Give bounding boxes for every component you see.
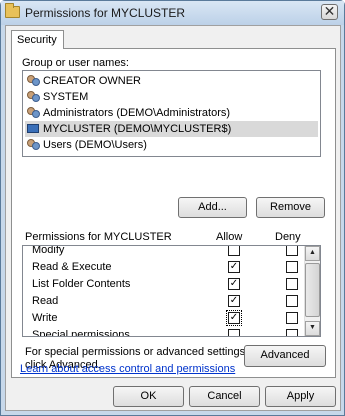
- dialog-client: Security Group or user names: CREATOR OW…: [5, 25, 341, 411]
- security-tab-panel: Group or user names: CREATOR OWNER SYSTE…: [11, 48, 336, 378]
- permissions-scrollbar[interactable]: ▲ ▼: [304, 246, 320, 336]
- users-icon: [27, 139, 40, 151]
- deny-checkbox-write[interactable]: [286, 312, 298, 324]
- special-permissions-text-1: For special permissions or advanced sett…: [25, 346, 249, 358]
- group-label: Group or user names:: [22, 57, 129, 69]
- deny-header: Deny: [275, 231, 301, 243]
- window-title: Permissions for MYCLUSTER: [25, 6, 186, 20]
- list-item[interactable]: SYSTEM: [25, 89, 318, 105]
- permissions-list: Modify Read & Execute ✓ List Folder Cont…: [22, 245, 321, 337]
- permission-row-read-execute: Read & Execute ✓: [23, 259, 305, 276]
- remove-button[interactable]: Remove: [256, 197, 325, 218]
- allow-checkbox-modify[interactable]: [228, 246, 240, 256]
- close-icon: ✕: [323, 3, 336, 19]
- users-icon: [27, 91, 40, 103]
- permission-row-special: Special permissions: [23, 327, 305, 336]
- scroll-down-button[interactable]: ▼: [305, 321, 320, 336]
- allow-header: Allow: [216, 231, 243, 243]
- cancel-button[interactable]: Cancel: [189, 386, 260, 407]
- ok-button[interactable]: OK: [113, 386, 184, 407]
- learn-permissions-link[interactable]: Learn about access control and permissio…: [20, 363, 235, 375]
- list-item[interactable]: CREATOR OWNER: [25, 73, 318, 89]
- folder-icon: [5, 3, 20, 18]
- allow-checkbox-list-folder[interactable]: ✓: [228, 278, 240, 290]
- tab-security[interactable]: Security: [11, 30, 64, 49]
- allow-checkbox-write[interactable]: ✓: [226, 310, 242, 326]
- permission-row-write: Write ✓: [23, 310, 305, 327]
- list-item-selected[interactable]: MYCLUSTER (DEMO\MYCLUSTER$): [25, 121, 318, 137]
- apply-button[interactable]: Apply: [265, 386, 336, 407]
- permission-row-modify: Modify: [23, 246, 305, 259]
- users-listbox[interactable]: CREATOR OWNER SYSTEM Administrators (DEM…: [22, 70, 321, 157]
- add-button[interactable]: Add...: [178, 197, 247, 218]
- arrow-down-icon: ▼: [309, 324, 316, 331]
- permission-row-read: Read ✓: [23, 293, 305, 310]
- allow-checkbox-special[interactable]: [228, 329, 240, 336]
- deny-checkbox-read[interactable]: [286, 295, 298, 307]
- deny-checkbox-read-execute[interactable]: [286, 261, 298, 273]
- permissions-header: Permissions for MYCLUSTER: [25, 231, 172, 243]
- permissions-dialog: Permissions for MYCLUSTER ✕ Security Gro…: [0, 0, 345, 416]
- deny-checkbox-special[interactable]: [286, 329, 298, 336]
- scroll-thumb[interactable]: [305, 263, 320, 317]
- computer-icon: [27, 124, 39, 133]
- deny-checkbox-modify[interactable]: [286, 246, 298, 256]
- users-icon: [27, 107, 40, 119]
- permission-row-list-folder: List Folder Contents ✓: [23, 276, 305, 293]
- list-item[interactable]: Users (DEMO\Users): [25, 137, 318, 153]
- allow-checkbox-read[interactable]: ✓: [228, 295, 240, 307]
- deny-checkbox-list-folder[interactable]: [286, 278, 298, 290]
- advanced-button[interactable]: Advanced: [244, 345, 326, 367]
- close-button[interactable]: ✕: [321, 4, 338, 20]
- arrow-up-icon: ▲: [309, 249, 316, 256]
- allow-checkbox-read-execute[interactable]: ✓: [228, 261, 240, 273]
- scroll-up-button[interactable]: ▲: [305, 246, 320, 261]
- title-bar[interactable]: Permissions for MYCLUSTER ✕: [1, 1, 344, 25]
- users-icon: [27, 75, 40, 87]
- list-item[interactable]: Administrators (DEMO\Administrators): [25, 105, 318, 121]
